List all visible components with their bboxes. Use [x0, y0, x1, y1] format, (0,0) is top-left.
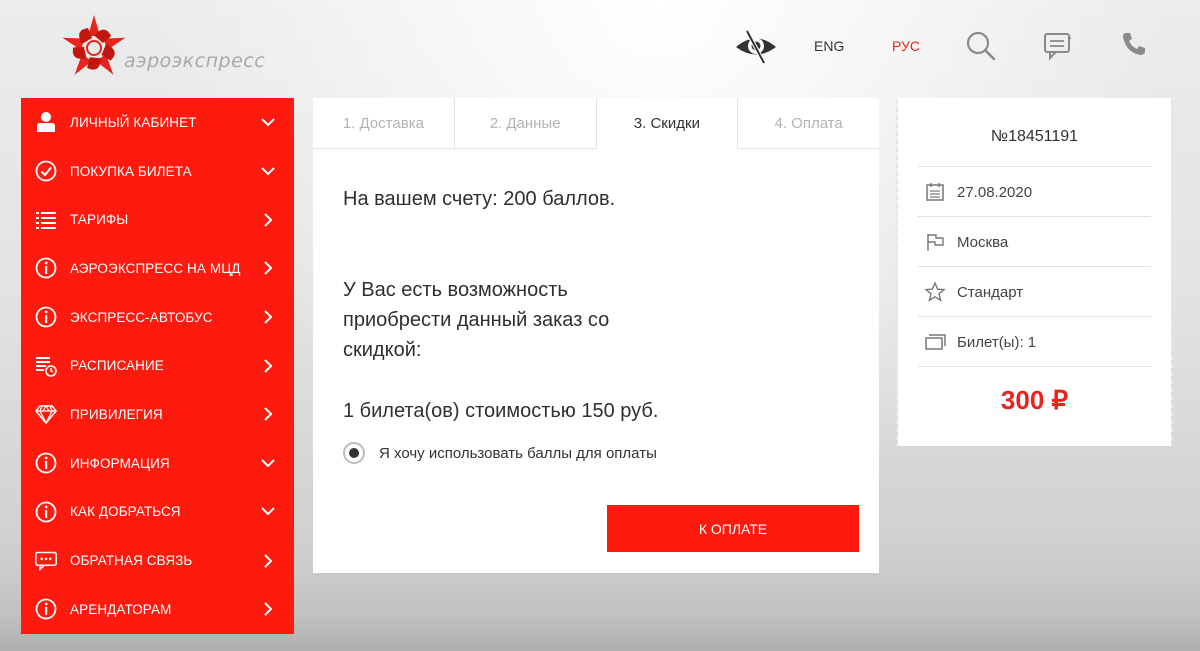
chevron-right-icon[interactable]	[261, 359, 275, 373]
sidebar-item-label: АЭРОЭКСПРЕСС НА МЦД	[70, 260, 241, 276]
lang-rus-link[interactable]: РУС	[892, 38, 920, 54]
info-icon	[35, 452, 57, 474]
ticket-city-row: Москва	[918, 216, 1151, 267]
sidebar-menu: ЛИЧНЫЙ КАБИНЕТ ПОКУПКА БИЛЕТА ТАРИФЫ АЭРОЭК…	[21, 98, 294, 634]
chat-icon	[35, 550, 57, 572]
tab-step-4[interactable]: 4. Оплата	[738, 98, 879, 148]
sidebar-item-11[interactable]: АРЕНДАТОРАМ	[21, 585, 294, 634]
ticket-total-price: 300 ₽	[918, 366, 1151, 416]
sidebar-item-1[interactable]: ЛИЧНЫЙ КАБИНЕТ	[21, 98, 294, 147]
check-circle-icon	[35, 160, 57, 182]
ticket-city: Москва	[957, 233, 1009, 251]
chevron-right-icon[interactable]	[261, 261, 275, 276]
ticket-date: 27.08.2020	[957, 183, 1033, 201]
sidebar-item-3[interactable]: ТАРИФЫ	[21, 195, 294, 244]
sidebar-item-10[interactable]: ОБРАТНАЯ СВЯЗЬ	[21, 536, 294, 585]
chevron-down-icon[interactable]	[261, 115, 275, 129]
user-icon	[35, 111, 57, 133]
logo-text: аэроэкспресс	[124, 50, 266, 72]
chevron-down-icon[interactable]	[261, 164, 275, 178]
ticket-tariff: Стандарт	[957, 283, 1024, 301]
sidebar-item-8[interactable]: ИНФОРМАЦИЯ	[21, 439, 294, 488]
ticket-count: Билет(ы): 1	[957, 333, 1037, 351]
flag-icon	[924, 231, 946, 253]
discount-offer-line3: скидкой:	[343, 339, 422, 361]
sidebar-item-label: ТАРИФЫ	[70, 212, 129, 228]
chevron-down-icon[interactable]	[261, 456, 275, 470]
info-icon	[35, 306, 57, 328]
sidebar-item-5[interactable]: ЭКСПРЕСС-АВТОБУС	[21, 293, 294, 342]
radio-selected-dot	[349, 448, 359, 458]
sidebar-item-6[interactable]: РАСПИСАНИЕ	[21, 341, 294, 390]
sidebar-item-label: РАСПИСАНИЕ	[70, 358, 164, 374]
sidebar-item-7[interactable]: ПРИВИЛЕГИЯ	[21, 390, 294, 439]
accessibility-eye-icon[interactable]	[733, 28, 779, 66]
star-icon	[924, 281, 946, 303]
tab-step-2[interactable]: 2. Данные	[454, 98, 597, 148]
sidebar-item-label: ИНФОРМАЦИЯ	[70, 455, 170, 471]
chevron-right-icon[interactable]	[261, 213, 275, 227]
sidebar-item-label: АРЕНДАТОРАМ	[70, 601, 172, 617]
discount-offer-line1: У Вас есть возможность	[343, 279, 568, 301]
diamond-icon	[35, 403, 57, 425]
chat-icon[interactable]	[1041, 30, 1073, 62]
ticket-summary: №18451191 27.08.2020 Москва Стандарт Бил…	[898, 98, 1171, 446]
sidebar-item-label: ОБРАТНАЯ СВЯЗЬ	[70, 553, 193, 569]
use-points-label: Я хочу использовать баллы для оплаты	[379, 444, 657, 462]
chevron-right-icon[interactable]	[261, 602, 275, 616]
info-icon	[35, 501, 57, 523]
sidebar-item-9[interactable]: КАК ДОБРАТЬСЯ	[21, 488, 294, 537]
tab-step-1[interactable]: 1. Доставка	[313, 98, 455, 148]
info-icon	[35, 598, 57, 620]
chevron-right-icon[interactable]	[261, 407, 275, 422]
tickets-icon	[924, 331, 946, 353]
chevron-right-icon[interactable]	[261, 310, 275, 324]
sidebar-item-label: ПОКУПКА БИЛЕТА	[70, 163, 192, 179]
sidebar-item-4[interactable]: АЭРОЭКСПРЕСС НА МЦД	[21, 244, 294, 293]
chevron-down-icon[interactable]	[261, 505, 275, 519]
discount-offer-line2: приобрести данный заказ со	[343, 309, 610, 331]
aeroexpress-logo[interactable]: аэроэкспресс	[58, 12, 268, 84]
points-balance-text: На вашем счету: 200 баллов.	[343, 188, 616, 210]
order-number: №18451191	[990, 128, 1079, 145]
discount-card: 1. Доставка 2. Данные 3. Скидки 4. Оплата Н…	[313, 98, 879, 573]
chevron-right-icon[interactable]	[261, 553, 275, 568]
tab-step-3[interactable]: 3. Скидки	[596, 98, 739, 149]
star-logo-icon	[62, 15, 126, 75]
use-points-radio[interactable]	[343, 442, 365, 464]
list-icon	[35, 209, 57, 231]
info-icon	[35, 257, 57, 279]
pay-button[interactable]: К ОПЛАТЕ	[607, 505, 859, 552]
calendar-icon	[924, 181, 946, 203]
step-tabs: 1. Доставка 2. Данные 3. Скидки 4. Оплата	[313, 98, 879, 149]
phone-icon[interactable]	[1120, 30, 1148, 58]
search-icon[interactable]	[965, 30, 997, 62]
sidebar-item-label: ПРИВИЛЕГИЯ	[70, 406, 163, 422]
use-points-option[interactable]: Я хочу использовать баллы для оплаты	[343, 442, 657, 464]
lang-eng-link[interactable]: ENG	[814, 38, 844, 54]
ticket-date-row: 27.08.2020	[918, 166, 1151, 217]
schedule-icon	[35, 355, 57, 377]
sidebar-item-label: КАК ДОБРАТЬСЯ	[70, 504, 181, 520]
ticket-count-row: Билет(ы): 1	[918, 316, 1151, 367]
sidebar-item-label: ЭКСПРЕСС-АВТОБУС	[70, 309, 213, 325]
sidebar-item-label: ЛИЧНЫЙ КАБИНЕТ	[70, 114, 197, 130]
sidebar-item-2[interactable]: ПОКУПКА БИЛЕТА	[21, 147, 294, 196]
discount-price-text: 1 билета(ов) стоимостью 150 руб.	[343, 400, 659, 422]
ticket-tariff-row: Стандарт	[918, 266, 1151, 317]
